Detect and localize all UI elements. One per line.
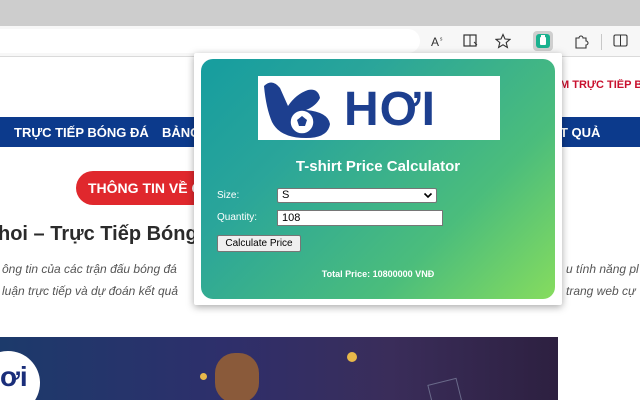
size-label: Size: bbox=[217, 190, 240, 201]
hero-banner: ơi bbox=[0, 337, 558, 400]
browser-title-strip bbox=[0, 0, 640, 26]
nav-item-truc-tiep[interactable]: TRỰC TIẾP BÓNG ĐÁ bbox=[14, 125, 149, 140]
card-decoration bbox=[427, 377, 463, 400]
page-headline: hoi – Trực Tiếp Bóng bbox=[0, 223, 198, 245]
nav-item-ket-qua[interactable]: T QUẢ bbox=[560, 125, 600, 140]
ball-hand-icon bbox=[264, 82, 330, 138]
svg-text:ˢ: ˢ bbox=[440, 37, 443, 44]
calculator-title: T-shirt Price Calculator bbox=[295, 158, 461, 175]
tshirt-calculator-extension-icon bbox=[536, 34, 550, 48]
chevron-down-icon bbox=[423, 189, 433, 206]
intro-text-line-1: ông tin của các trận đấu bóng đá bbox=[2, 262, 177, 276]
header-live-link[interactable]: M TRỰC TIẾP B bbox=[560, 79, 640, 99]
quantity-label: Quantity: bbox=[217, 212, 258, 223]
split-screen-icon[interactable] bbox=[611, 31, 631, 51]
svg-text:A: A bbox=[431, 35, 439, 48]
address-bar[interactable] bbox=[0, 29, 420, 53]
size-select[interactable]: S bbox=[277, 188, 437, 203]
hero-logo-text: ơi bbox=[0, 361, 28, 392]
extension-popup: HƠI T-shirt Price Calculator Size: S Qua… bbox=[194, 53, 562, 305]
intro-text-line-2: luận trực tiếp và dự đoán kết quả bbox=[2, 284, 178, 298]
extensions-puzzle-icon[interactable] bbox=[571, 31, 591, 51]
read-aloud-icon[interactable]: Aˢ bbox=[429, 31, 449, 51]
total-price-text: Total Price: 10800000 VNĐ bbox=[321, 269, 435, 279]
brand-logo: HƠI bbox=[258, 76, 500, 140]
immersive-reader-icon[interactable] bbox=[461, 31, 481, 51]
player-image bbox=[215, 353, 259, 400]
calculate-price-button[interactable]: Calculate Price bbox=[217, 235, 301, 252]
intro-text-right-1: u tính năng pl bbox=[566, 262, 639, 276]
logo-wordmark: HƠI bbox=[344, 83, 436, 136]
quantity-input[interactable]: 108 bbox=[277, 210, 443, 226]
calculator-panel: HƠI T-shirt Price Calculator Size: S Qua… bbox=[201, 59, 555, 299]
intro-text-right-2: trang web cự bbox=[566, 284, 636, 298]
coin-decoration bbox=[200, 373, 207, 380]
toolbar-separator bbox=[601, 34, 602, 50]
favorite-star-icon[interactable] bbox=[493, 31, 513, 51]
coin-decoration bbox=[347, 352, 357, 362]
size-select-value: S bbox=[282, 189, 290, 201]
extension-icon[interactable] bbox=[533, 31, 553, 51]
